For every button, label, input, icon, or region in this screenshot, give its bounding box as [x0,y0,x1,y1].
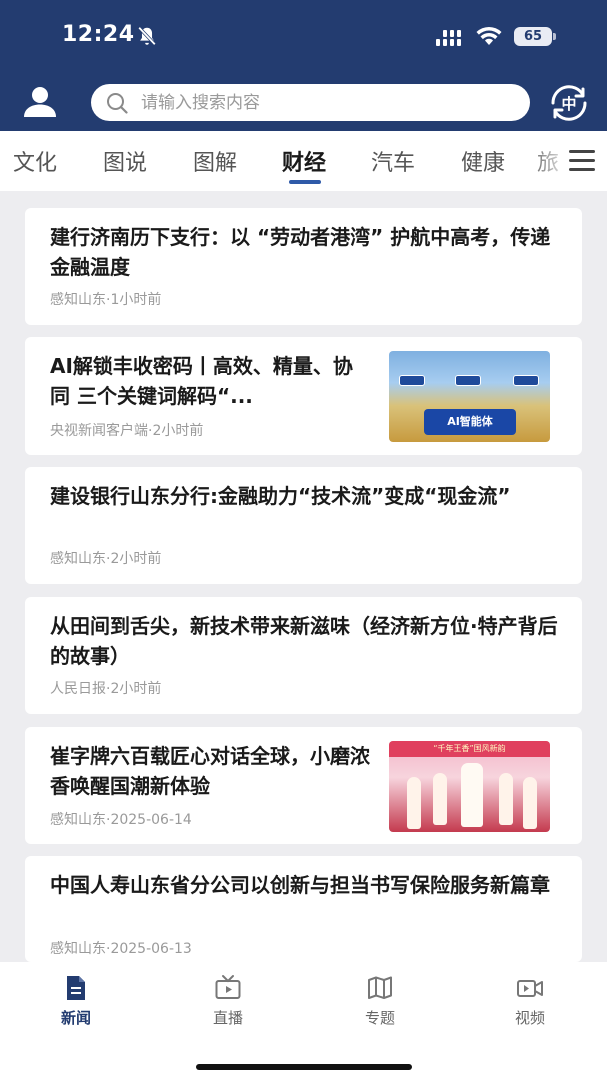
news-source: 央视新闻客户端 [50,423,148,439]
news-meta: 感知山东·2小时前 [50,551,162,567]
thumb-badge [513,375,539,386]
tab-auto[interactable]: 汽车 [358,145,428,177]
news-time: 2025-06-13 [110,941,192,957]
news-card[interactable]: 从田间到舌尖，新技术带来新滋味（经济新方位·特产背后的故事） 人民日报·2小时前 [25,597,582,714]
tab-culture[interactable]: 文化 [0,145,70,177]
news-time: 2小时前 [110,681,162,697]
nav-label: 专题 [364,1009,395,1027]
active-tab-indicator [289,180,321,184]
news-title: 崔字牌六百载匠心对话全球，小磨浓香唤醒国潮新体验 [50,744,370,798]
home-indicator [196,1064,412,1070]
tab-illustrated[interactable]: 图解 [180,145,250,177]
thumb-figure [407,777,421,829]
nav-label: 新闻 [60,1009,91,1027]
news-time: 2小时前 [110,551,162,567]
news-source: 人民日报 [50,681,106,697]
thumb-badge [399,375,425,386]
thumb-figure [461,763,483,827]
thumb-figure [523,777,537,829]
news-source: 感知山东 [50,551,106,567]
thumb-caption: AI智能体 [424,409,516,435]
thumb-figure [433,773,447,825]
battery-indicator: 65 [514,27,556,46]
cellular-signal-icon [436,30,461,46]
bottom-nav: 新闻 直播 专题 视频 [0,962,607,1080]
news-source: 感知山东 [50,941,106,957]
news-source: 感知山东 [50,812,106,828]
nav-label: 直播 [212,1009,243,1027]
thumb-badge [455,375,481,386]
news-card[interactable]: AI解锁丰收密码丨高效、精量、协同 三个关键词解码“... 央视新闻客户端·2小… [25,337,582,455]
news-meta: 央视新闻客户端·2小时前 [50,423,204,439]
search-input[interactable] [141,84,511,121]
language-switch-label: 中 [561,95,576,113]
wifi-icon [476,26,502,45]
status-time: 12:24 [62,22,135,47]
news-title: 中国人寿山东省分公司以创新与担当书写保险服务新篇章 [50,873,550,897]
tab-health[interactable]: 健康 [448,145,518,177]
news-source: 感知山东 [50,292,106,308]
thumb-figure [499,773,513,825]
news-card[interactable]: 建设银行山东分行:金融助力“技术流”变成“现金流” 感知山东·2小时前 [25,467,582,584]
search-bar[interactable] [91,84,530,121]
category-tabs: 文化 图说 图解 财经 汽车 健康 旅 [0,131,607,191]
news-thumbnail: “千年王香”国风新韵 [389,741,550,832]
nav-label: 视频 [514,1009,545,1027]
news-card[interactable]: 崔字牌六百载匠心对话全球，小磨浓香唤醒国潮新体验 感知山东·2025-06-14… [25,727,582,844]
map-book-icon [368,976,392,999]
document-icon [67,976,85,1000]
search-icon [107,93,128,114]
language-switch-button[interactable]: 中 [547,83,591,123]
menu-icon[interactable] [566,148,598,174]
bell-muted-icon [138,26,156,46]
header: 12:24 65 请输入搜索内容 中 [0,0,607,131]
tv-icon [215,975,241,999]
news-title: 从田间到舌尖，新技术带来新滋味（经济新方位·特产背后的故事） [50,614,558,668]
news-title: AI解锁丰收密码丨高效、精量、协同 三个关键词解码“... [50,354,353,408]
news-time: 2小时前 [152,423,204,439]
nav-news[interactable]: 新闻 [36,974,116,1030]
news-title: 建行济南历下支行：以 “劳动者港湾” 护航中高考，传递金融温度 [50,225,551,279]
news-thumbnail: AI智能体 [389,351,550,442]
nav-live[interactable]: 直播 [188,974,268,1030]
battery-level: 65 [523,29,543,44]
news-title: 建设银行山东分行:金融助力“技术流”变成“现金流” [50,484,511,508]
tab-finance[interactable]: 财经 [269,145,339,177]
video-camera-icon [517,980,543,997]
news-card[interactable]: 中国人寿山东省分公司以创新与担当书写保险服务新篇章 感知山东·2025-06-1… [25,856,582,962]
news-meta: 感知山东·1小时前 [50,292,162,308]
user-profile-icon[interactable] [22,86,58,118]
app-root: 12:24 65 请输入搜索内容 中 文化 图说 图解 财经 汽车 健康 旅 建… [0,0,607,1080]
tab-picture-talk[interactable]: 图说 [90,145,160,177]
nav-topics[interactable]: 专题 [340,974,420,1030]
nav-video[interactable]: 视频 [490,974,570,1030]
news-time: 2025-06-14 [110,812,192,828]
news-meta: 感知山东·2025-06-14 [50,812,192,828]
news-card[interactable]: 建行济南历下支行：以 “劳动者港湾” 护航中高考，传递金融温度 感知山东·1小时… [25,208,582,325]
news-meta: 人民日报·2小时前 [50,681,162,697]
thumb-caption: “千年王香”国风新韵 [389,741,550,757]
news-time: 1小时前 [110,292,162,308]
news-meta: 感知山东·2025-06-13 [50,941,192,957]
